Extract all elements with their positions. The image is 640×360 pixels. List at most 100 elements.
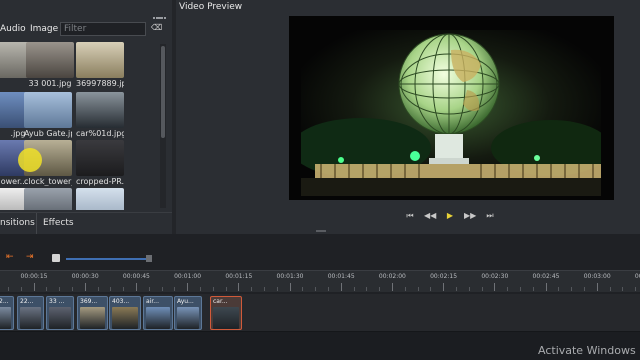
tab-transitions[interactable]: nsitions	[0, 218, 35, 228]
timeline-toolbar: ⇤ ⇥	[0, 250, 640, 268]
file-caption: cropped-PR...	[76, 177, 124, 186]
ruler-label: 00:01:15	[225, 273, 253, 280]
ruler-tick	[238, 283, 240, 291]
file-item[interactable]	[76, 188, 124, 210]
ruler-tick	[456, 287, 457, 291]
ruler-label: 00:00:30	[71, 273, 99, 280]
timeline-ruler[interactable]: 00:00:15 00:00:30 00:00:45 00:01:00 00:01:15…	[0, 270, 640, 292]
video-frame-image	[301, 30, 601, 196]
clip-label: 2...	[0, 298, 9, 305]
ruler-tick	[340, 283, 342, 291]
ruler-tick	[622, 287, 624, 291]
ruler-tick	[571, 287, 573, 291]
ruler-tick	[315, 287, 317, 291]
skip-back-icon[interactable]: ⏮	[404, 211, 416, 221]
ruler-tick	[558, 287, 560, 291]
tab-effects[interactable]: Effects	[36, 213, 80, 234]
ruler-tick	[251, 287, 253, 291]
skip-forward-icon[interactable]: ⏭	[484, 211, 496, 221]
ruler-tick	[302, 287, 304, 291]
file-item[interactable]	[24, 188, 72, 210]
file-item[interactable]: 33 001.jpg	[26, 42, 74, 88]
file-item[interactable]: Ayub Gate.jpg	[24, 92, 72, 138]
resize-handle[interactable]	[316, 230, 326, 232]
clip-thumbnail	[49, 307, 71, 329]
play-icon[interactable]: ▶	[444, 211, 456, 221]
ruler-label: 00:02:15	[430, 273, 458, 280]
ruler-tick	[507, 287, 509, 291]
timeline-clip[interactable]: 22...	[17, 296, 44, 330]
filter-tab-image[interactable]: Image	[30, 24, 58, 34]
clip-thumbnail	[146, 307, 170, 329]
file-caption: Ayub Gate.jpg	[24, 129, 72, 138]
file-thumbnails: 33 001.jpg 36997889.jpg .jpg Ayub Gate.j…	[0, 42, 158, 210]
ruler-tick	[392, 283, 393, 291]
clip-thumbnail	[213, 307, 239, 329]
file-thumbnail	[24, 188, 72, 210]
ruler-label: 00:00:45	[122, 273, 150, 280]
ruler-label: 00:01:45	[327, 273, 355, 280]
previous-marker-icon[interactable]: ⇤	[6, 252, 16, 264]
ruler-tick	[136, 283, 137, 291]
ruler-tick	[443, 283, 445, 291]
ruler-tick	[328, 287, 329, 291]
ruler-label: 00:02:30	[481, 273, 509, 280]
file-item[interactable]: car%01d.jpg	[76, 92, 124, 138]
file-caption: 33 001.jpg	[28, 79, 72, 88]
timeline-clip[interactable]: Ayu...	[174, 296, 202, 330]
timeline-clip[interactable]: air...	[143, 296, 173, 330]
ruler-tick	[148, 287, 150, 291]
timeline-panel: ⇤ ⇥ 00:00:15 00:00:30 00:00:45 00:01:00 00:0…	[0, 234, 640, 360]
ruler-tick	[468, 287, 470, 291]
clear-filter-icon[interactable]: ⌫	[151, 23, 162, 33]
timeline-clip[interactable]: car...	[210, 296, 242, 330]
ruler-tick	[276, 287, 278, 291]
filter-input[interactable]	[60, 22, 146, 36]
ruler-tick	[33, 283, 35, 291]
file-thumbnail	[24, 92, 72, 128]
zoom-slider-track[interactable]	[66, 258, 146, 260]
ruler-tick	[97, 287, 99, 291]
ruler-tick	[404, 287, 406, 291]
clip-label: Ayu...	[177, 298, 194, 305]
ruler-tick	[584, 287, 585, 291]
fast-forward-icon[interactable]: ▶▶	[464, 211, 476, 221]
ruler-tick	[417, 287, 419, 291]
ruler-tick	[212, 287, 214, 291]
ruler-tick	[532, 287, 534, 291]
panel-menu-icon[interactable]	[158, 4, 170, 19]
clip-label: air...	[146, 298, 159, 305]
clip-label: 22...	[20, 298, 34, 305]
ruler-tick	[481, 287, 483, 291]
file-item[interactable]: 36997889.jpg	[76, 42, 124, 88]
ruler-label: 00:02:45	[532, 273, 560, 280]
file-thumbnail	[76, 42, 124, 78]
timeline-clip[interactable]: 369...	[77, 296, 108, 330]
file-item[interactable]: cropped-PR...	[76, 140, 124, 186]
ruler-tick	[72, 287, 73, 291]
clip-thumbnail	[0, 307, 11, 329]
ruler-tick	[596, 283, 598, 291]
video-track[interactable]: 2... 22... 33 ... 369... 403... air... Ayu... c…	[0, 294, 640, 332]
video-frame[interactable]	[289, 16, 614, 200]
timeline-clip[interactable]: 33 ...	[46, 296, 74, 330]
zoom-slider-end[interactable]	[146, 255, 152, 262]
ruler-tick	[353, 287, 355, 291]
clip-thumbnail	[112, 307, 138, 329]
next-marker-icon[interactable]: ⇥	[26, 252, 36, 264]
filter-tab-audio[interactable]: Audio	[0, 24, 26, 34]
video-editor-window: Audio Image ⌫ 33 001.jpg 36997889.jpg .j…	[0, 0, 640, 360]
ruler-tick	[200, 287, 201, 291]
scrollbar-thumb[interactable]	[161, 46, 165, 138]
windows-activation-watermark: Activate Windows	[538, 344, 636, 357]
file-caption: car%01d.jpg	[76, 129, 124, 138]
project-files-panel: Audio Image ⌫ 33 001.jpg 36997889.jpg .j…	[0, 0, 172, 212]
ruler-tick	[187, 283, 189, 291]
timeline-clip[interactable]: 2...	[0, 296, 14, 330]
rewind-icon[interactable]: ◀◀	[424, 211, 436, 221]
file-caption: clock_tower_...	[24, 177, 72, 186]
zoom-slider-handle[interactable]	[52, 254, 60, 262]
files-scrollbar[interactable]	[160, 44, 166, 208]
timeline-clip[interactable]: 403...	[109, 296, 141, 330]
clip-label: 369...	[80, 298, 98, 305]
